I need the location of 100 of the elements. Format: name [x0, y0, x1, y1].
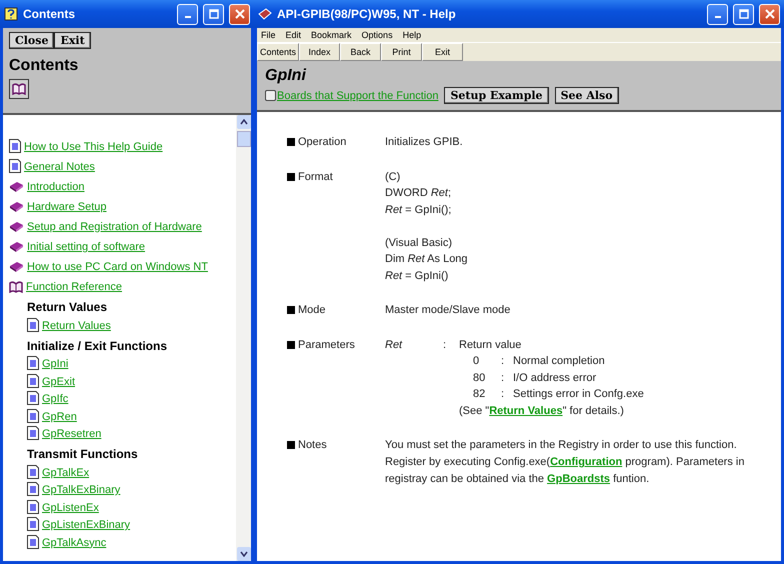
topic-link[interactable]: Return Values	[489, 404, 563, 416]
description-text: Initializes GPIB.	[385, 135, 464, 150]
menu-item[interactable]: Bookmark	[311, 30, 352, 40]
contents-link[interactable]: GpRen	[42, 410, 77, 422]
contents-link[interactable]: How to use PC Card on Windows NT	[27, 261, 208, 273]
contents-link[interactable]: Return Values	[42, 320, 111, 332]
menu-item[interactable]: Help	[402, 30, 422, 40]
contents-link[interactable]: General Notes	[24, 161, 95, 173]
minimize-button[interactable]	[707, 4, 728, 24]
section-label: Notes	[298, 438, 327, 453]
bullet-icon	[287, 306, 295, 314]
scrollbar[interactable]	[236, 115, 251, 561]
minimize-icon	[714, 16, 720, 18]
toolbar-button[interactable]: Print	[381, 43, 422, 61]
bullet-icon	[287, 172, 295, 180]
close-button[interactable]	[759, 4, 780, 24]
see-also-text: (See "Return Values" for details.)	[459, 404, 625, 418]
section-label: Parameters	[298, 338, 355, 352]
value-code: 82	[473, 387, 486, 402]
page-icon	[27, 374, 39, 388]
scroll-thumb[interactable]	[236, 131, 250, 147]
close-icon	[234, 9, 244, 19]
parameter-name: Ret	[385, 338, 404, 352]
bullet-icon	[287, 138, 295, 146]
value-meaning: Normal completion	[513, 354, 606, 369]
page-icon	[9, 139, 21, 153]
maximize-icon	[208, 9, 218, 19]
toolbar-button[interactable]: Contents	[257, 43, 299, 61]
contents-link[interactable]: Introduction	[27, 181, 84, 193]
separator-text: :	[501, 370, 506, 386]
page-icon	[27, 464, 39, 478]
maximize-button[interactable]	[733, 4, 754, 24]
description-text: Master mode/Slave mode	[385, 303, 512, 318]
bullet-icon	[287, 441, 295, 449]
menu-item[interactable]: Options	[362, 30, 393, 40]
close-button[interactable]	[229, 4, 250, 24]
window-button[interactable]: Exit	[54, 32, 91, 49]
description-text: (Visual Basic)	[385, 236, 454, 250]
minimize-button[interactable]	[177, 4, 198, 24]
open-book-icon	[9, 281, 23, 293]
contents-link[interactable]: Initial setting of software	[27, 241, 146, 253]
contents-heading: Contents	[8, 56, 80, 76]
contents-link[interactable]: GpIni	[42, 358, 68, 370]
toolbar-button[interactable]: Exit	[422, 43, 463, 61]
maximize-button[interactable]	[203, 4, 224, 24]
contents-link[interactable]: GpListenExBinary	[42, 519, 130, 531]
contents-link[interactable]: Hardware Setup	[27, 201, 106, 213]
section-label: Operation	[298, 135, 346, 150]
topic-button[interactable]: See Also	[554, 87, 619, 104]
description-text: Dim Ret As Long	[385, 252, 469, 267]
menu-item[interactable]: File	[261, 30, 276, 40]
toolbar-button[interactable]: Index	[299, 43, 340, 61]
topic-title: GpIni	[264, 66, 308, 86]
contents-link[interactable]: GpListenEx	[42, 502, 99, 514]
separator-text: :	[501, 354, 506, 369]
menu-item[interactable]: Edit	[286, 30, 302, 40]
close-icon	[764, 9, 774, 19]
bullet-icon	[287, 340, 295, 348]
maximize-icon	[738, 9, 748, 19]
parameter-description: Return value	[459, 338, 522, 352]
contents-link[interactable]: GpResetren	[42, 428, 102, 440]
description-text: Ret = GpIni();	[385, 202, 452, 218]
contents-link[interactable]: GpTalkEx	[42, 466, 90, 478]
notes-paragraph: You must set the parameters in the Registry in order to use this function. Register by executing Config.exe(Configuration program). Parameters in registray can be obtained via the GpBoardsts funtion.	[385, 438, 746, 487]
topic-link[interactable]: GpBoardsts	[547, 473, 610, 485]
value-code: 80	[473, 370, 486, 386]
description-text: DWORD Ret;	[385, 186, 452, 201]
contents-link[interactable]: GpTalkExBinary	[42, 484, 120, 496]
toolbar-button[interactable]: Back	[340, 43, 381, 61]
contents-link[interactable]: GpExit	[42, 376, 76, 388]
section-heading: Transmit Functions	[27, 447, 138, 461]
value-meaning: Settings error in Confg.exe	[513, 387, 645, 402]
description-text: Ret = GpIni()	[385, 268, 450, 284]
value-meaning: I/O address error	[513, 370, 598, 386]
page-icon	[27, 318, 39, 332]
contents-link[interactable]: How to Use This Help Guide	[24, 141, 163, 153]
window-title: Contents	[23, 7, 76, 21]
contents-link[interactable]: Function Reference	[26, 281, 122, 293]
contents-link[interactable]: GpTalkAsync	[42, 536, 106, 548]
page-icon	[27, 391, 39, 405]
scroll-down-icon[interactable]	[240, 551, 248, 557]
topic-button[interactable]: Setup Example	[444, 87, 549, 104]
book-button[interactable]	[9, 79, 29, 99]
description-text: (C)	[385, 170, 402, 184]
page-icon	[27, 356, 39, 370]
separator-text: :	[501, 387, 506, 402]
contents-link[interactable]: Setup and Registration of Hardware	[27, 221, 202, 233]
open-book-icon	[12, 83, 26, 95]
section-heading: Return Values	[27, 300, 108, 314]
contents-link[interactable]: GpIfc	[42, 393, 68, 405]
window-title: API-GPIB(98/PC)W95, NT - Help	[277, 7, 457, 21]
section-label: Mode	[298, 303, 326, 318]
page-icon	[27, 482, 39, 496]
minimize-icon	[184, 16, 190, 18]
section-heading: Initialize / Exit Functions	[27, 338, 168, 352]
topic-link[interactable]: Configuration	[550, 456, 622, 468]
window-button[interactable]: Close	[9, 32, 54, 49]
scroll-up-icon[interactable]	[240, 119, 248, 125]
boards-link[interactable]: Boards that Support the Function	[265, 90, 438, 102]
page-icon	[27, 534, 39, 548]
